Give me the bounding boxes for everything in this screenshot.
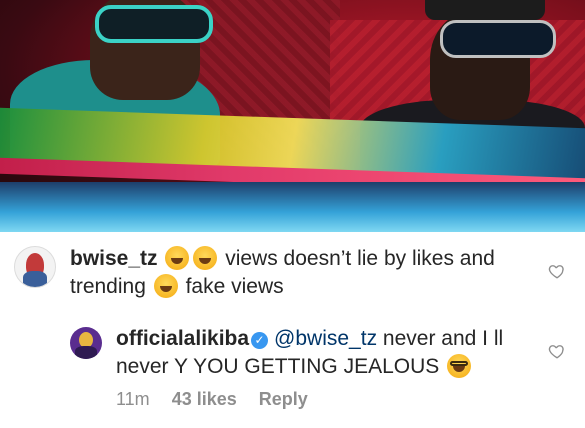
heart-outline-icon[interactable]: [548, 342, 566, 360]
nerd-face-emoji: [447, 354, 472, 378]
avatar-figure-body: [75, 346, 97, 359]
avatar-figure-body: [23, 271, 47, 287]
comment-text: bwise_tz views doesn’t lie by likes and …: [70, 245, 510, 301]
avatar-bwise[interactable]: [14, 246, 56, 288]
tears-of-joy-emoji: [153, 274, 178, 298]
person-right-cap: [425, 0, 545, 20]
grinning-sweat-emoji: [193, 246, 218, 270]
verified-badge-icon: ✓: [251, 332, 269, 349]
comment-text: officialalikiba ✓ @bwise_tz never and I ll…: [116, 325, 526, 381]
grinning-sweat-emoji: [165, 246, 190, 270]
comment-username[interactable]: bwise_tz: [70, 247, 158, 270]
comment-likes[interactable]: 43 likes: [172, 389, 237, 409]
avatar-officialalikiba[interactable]: [70, 327, 102, 359]
heart-outline-icon[interactable]: [548, 262, 566, 280]
photo-foreground: [0, 182, 585, 232]
post-photo: [0, 0, 585, 232]
comment-username[interactable]: officialalikiba: [116, 327, 249, 350]
mention-link[interactable]: @bwise_tz: [274, 327, 377, 350]
comment-meta: 11m 43 likes Reply: [116, 389, 330, 410]
person-left-sunglasses: [95, 5, 213, 43]
comment-time: 11m: [116, 389, 150, 409]
person-right-sunglasses: [440, 20, 556, 58]
comment-body-part2: fake views: [179, 275, 284, 298]
reply-button[interactable]: Reply: [259, 389, 308, 409]
